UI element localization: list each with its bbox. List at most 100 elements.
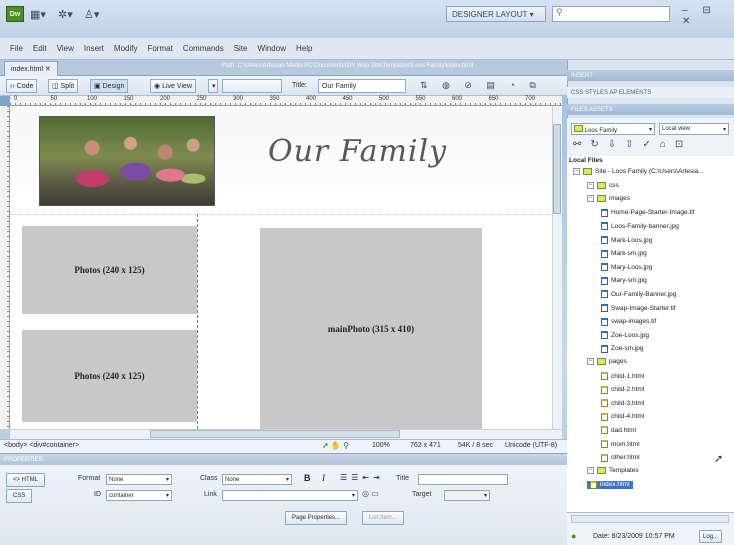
menu-modify[interactable]: Modify [114,44,138,53]
list-indent-icons[interactable]: ☰☰⇤⇥ [340,473,384,482]
tree-item[interactable]: Mary-Loos.jpg [601,263,652,272]
tag-selector[interactable]: <body> <div#container> [4,442,79,449]
css-mode-button[interactable]: CSS [6,489,33,503]
menu-file[interactable]: File [10,44,23,53]
live-view-button[interactable]: ◉ Live View [150,79,196,93]
tree-item[interactable]: Loos-Family-banner.jpg [601,222,679,231]
photo-placeholder-1[interactable]: Photos (240 x 125) [22,226,197,314]
expand-toggle-icon[interactable]: − [587,195,594,203]
tree-item[interactable]: mom.html [601,440,640,448]
log-button[interactable]: Log... [699,530,723,543]
menu-commands[interactable]: Commands [183,44,224,53]
document-path: Path: C:\Users\Artesian Media PC\Documen… [222,63,474,69]
tree-item[interactable]: Mark-Loos.jpg [601,236,652,244]
tree-item[interactable]: Home-Page-Starter-Image.tif [601,208,694,217]
page-properties-button[interactable]: Page Properties... [285,511,348,525]
point-to-file-icon[interactable]: ◎ ▭ [362,489,379,498]
tree-horizontal-scrollbar[interactable] [571,515,729,523]
insert-panel-tab[interactable]: INSERT [567,70,734,81]
tree-item[interactable]: − css [587,181,619,189]
tree-item[interactable]: − pages [587,358,627,366]
tree-item[interactable]: Mark-sm.jpg [601,249,647,258]
layout-grid-icon[interactable]: ▦▾ [30,6,46,22]
select-tools-icons[interactable]: ➚ ✋ ⚲ [322,441,349,450]
tree-item[interactable]: other.html [601,453,640,462]
main-photo-placeholder[interactable]: mainPhoto (315 x 410) [260,228,482,429]
tree-item[interactable]: child-2.html [601,385,644,394]
window-controls[interactable]: – ⊟ ✕ [682,5,734,27]
tree-item[interactable]: child-1.html [601,372,644,380]
live-code-button[interactable] [222,79,282,93]
menu-window[interactable]: Window [258,44,286,53]
file-icon [601,290,608,299]
expand-toggle-icon[interactable]: − [573,168,580,175]
list-item-button[interactable]: List Item... [362,511,404,525]
tree-item-label: child-3.html [611,399,645,407]
format-select[interactable]: None ▾ [106,474,172,485]
expand-toggle-icon[interactable]: − [587,181,594,189]
design-canvas[interactable]: Our Family Photos (240 x 125) Photos (24… [10,106,552,429]
tree-item-label: swap-images.tif [611,318,657,326]
vertical-scroll-thumb[interactable] [553,124,561,214]
site-select[interactable]: Loos Family ▾ [571,123,655,135]
photo-placeholder-2[interactable]: Photos (240 x 125) [22,330,197,422]
tree-item[interactable]: Our-Family-Banner.jpg [601,290,676,299]
target-select[interactable]: ▾ [444,490,490,501]
workspace-layout-dropdown[interactable]: DESIGNER LAYOUT ▾ [446,6,546,22]
tree-item[interactable]: dad.html [601,426,636,435]
family-photo[interactable] [39,116,215,206]
tree-item[interactable]: swap-images.tif [601,317,657,326]
tree-item[interactable]: child-4.html [601,412,644,421]
tree-item[interactable]: − Site - Loos Family (C:\Users\Artesia... [573,168,704,175]
files-toolbar: Loos Family ▾ Local view ▾ ⚯↻⇩⇧✓⌂⊡ [567,118,734,156]
file-icon [601,440,608,448]
tree-item[interactable]: child-3.html [601,399,645,408]
encoding-label: Unicode (UTF-8) [505,442,558,449]
folder-icon [597,181,606,189]
tree-item-label: Site - Loos Family (C:\Users\Artesia... [595,168,704,175]
html-mode-button[interactable]: <> HTML [6,473,46,487]
user-icon[interactable]: ♙▾ [84,6,99,22]
title-input[interactable]: Our Family [318,79,406,93]
tree-item[interactable]: Swap-Image-Starter.tif [601,304,676,312]
tree-item[interactable]: Zoe-Loos.jpg [601,331,649,340]
split-view-button[interactable]: ◫ Split [48,79,79,93]
tree-item[interactable]: Zoe-sm.jpg [601,344,644,353]
menu-edit[interactable]: Edit [33,44,47,53]
bold-button[interactable]: B [304,473,311,483]
tree-item[interactable]: − images [587,195,630,203]
zoom-level[interactable]: 100% [372,442,390,449]
search-input[interactable]: ⚲ [552,6,670,22]
menu-format[interactable]: Format [147,44,172,53]
tab-index-html[interactable]: index.html ✕ [4,61,58,76]
expand-toggle-icon[interactable]: − [587,467,594,475]
toolbar-icons[interactable]: ⇅ ◍ ⊘ ▤ ◔ ⧉ [420,80,542,91]
horizontal-scroll-thumb[interactable] [150,430,400,438]
link-input[interactable]: ▾ [222,490,358,501]
window-size[interactable]: 762 x 471 [410,442,441,449]
menu-bar: File Edit View Insert Modify Format Comm… [0,38,734,60]
italic-button[interactable]: I [322,473,325,483]
title-prop-input[interactable] [418,474,508,485]
live-view-dropdown[interactable]: ▾ [208,79,218,93]
files-panel-tabs[interactable]: FILES ASSETS [567,104,734,115]
css-styles-panel-tabs[interactable]: CSS STYLES AP ELEMENTS [567,87,734,98]
title-prop-label: Title [396,475,409,482]
expand-toggle-icon[interactable]: − [587,358,594,366]
code-view-button[interactable]: ‹› Code [6,79,38,93]
tree-item[interactable]: index.html [587,480,633,489]
id-select[interactable]: container ▾ [106,490,172,501]
view-select[interactable]: Local view ▾ [659,123,729,135]
menu-help[interactable]: Help [296,44,312,53]
menu-site[interactable]: Site [234,44,248,53]
split-label: Split [60,82,75,90]
files-action-icons[interactable]: ⚯↻⇩⇧✓⌂⊡ [573,139,692,150]
menu-insert[interactable]: Insert [84,44,104,53]
code-label: Code [16,82,34,90]
gear-icon[interactable]: ✲▾ [58,6,73,22]
design-view-button[interactable]: ▣ Design [90,79,129,93]
tree-item[interactable]: Mary-sm.jpg [601,276,647,285]
tree-item[interactable]: − Templates [587,467,639,475]
class-select[interactable]: None ▾ [222,474,292,485]
menu-view[interactable]: View [57,44,74,53]
